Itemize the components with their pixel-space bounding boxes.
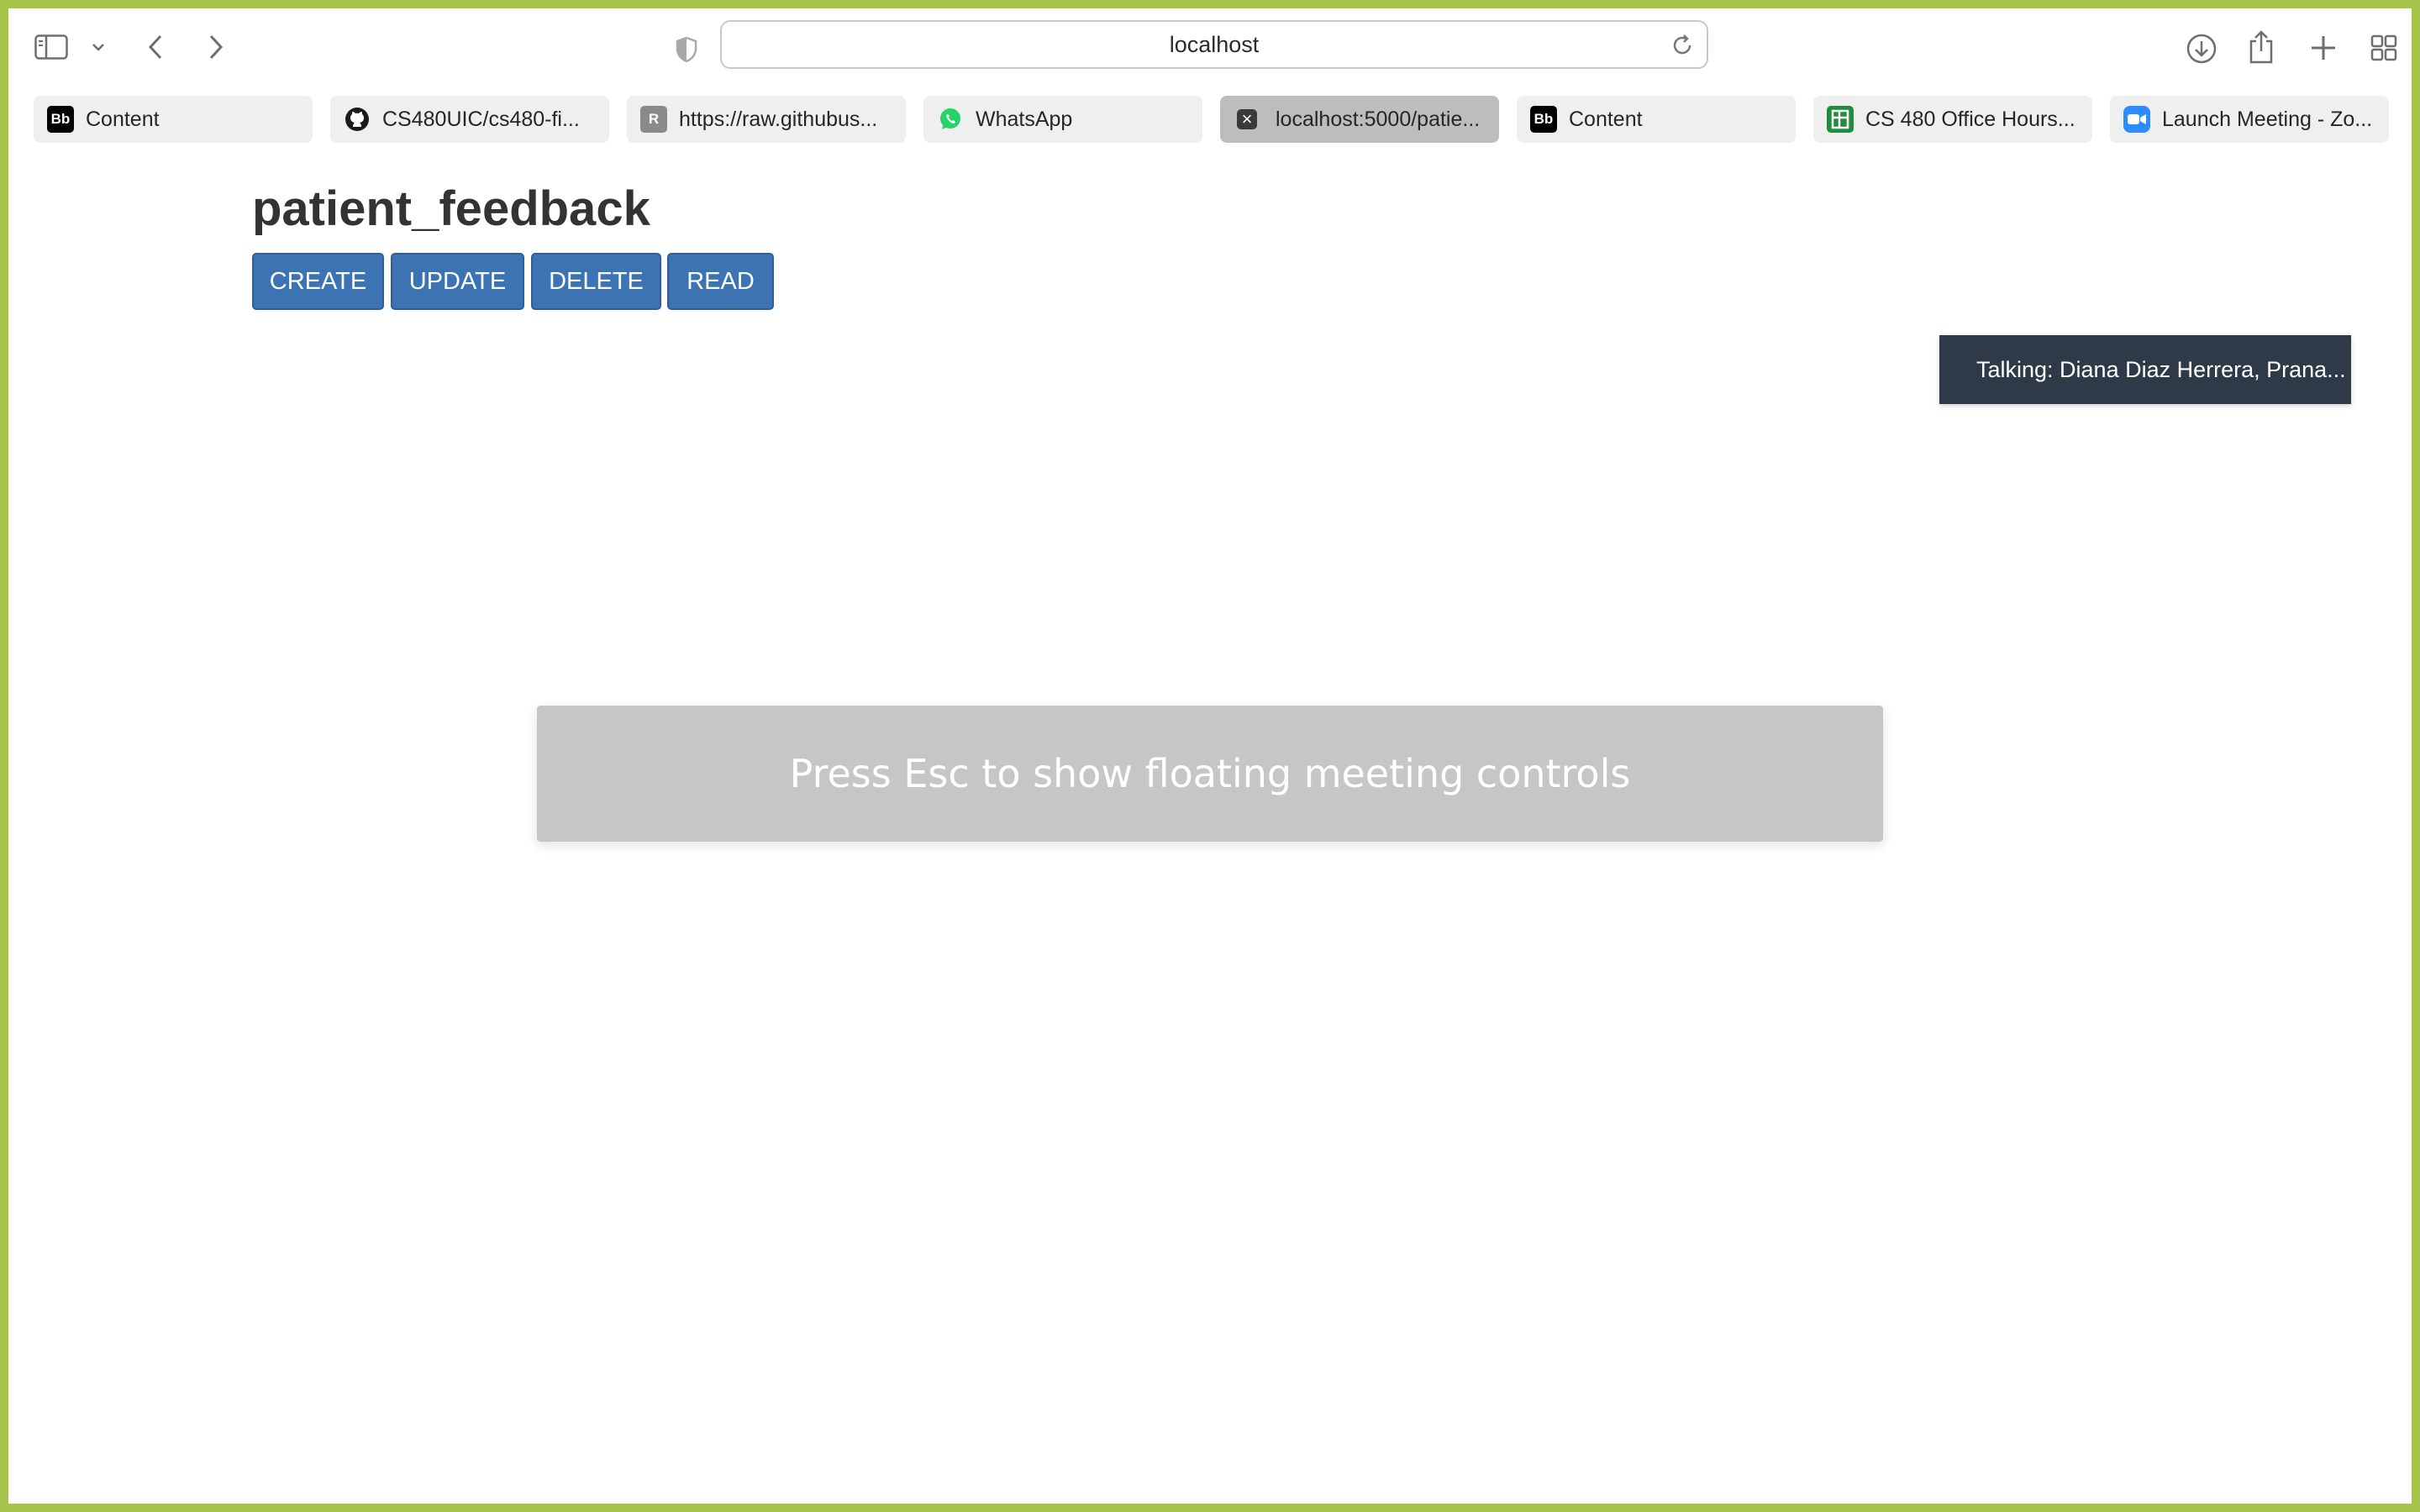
privacy-shield-icon[interactable]: [674, 35, 699, 64]
delete-button[interactable]: DELETE: [531, 253, 661, 310]
tab-label: CS480UIC/cs480-fi...: [382, 107, 580, 131]
close-tab-icon[interactable]: ×: [1237, 108, 1257, 129]
tab-overview-icon[interactable]: [2370, 34, 2398, 62]
github-icon: [344, 106, 371, 133]
zoom-esc-hint-banner: Press Esc to show floating meeting contr…: [537, 706, 1883, 842]
read-button[interactable]: READ: [667, 253, 774, 310]
browser-window: localhost Bb Content CS480UIC/cs480-fi..…: [8, 8, 2412, 1504]
tab-zoom[interactable]: Launch Meeting - Zo...: [2110, 96, 2389, 143]
new-tab-icon[interactable]: [2307, 32, 2339, 64]
tab-label: Launch Meeting - Zo...: [2162, 107, 2373, 131]
chevron-down-icon[interactable]: [89, 39, 108, 55]
whatsapp-icon: [937, 106, 964, 133]
tab-github[interactable]: CS480UIC/cs480-fi...: [330, 96, 609, 143]
blackboard-icon: Bb: [1530, 106, 1557, 133]
tab-raw-github[interactable]: R https://raw.githubus...: [627, 96, 906, 143]
tab-whatsapp[interactable]: WhatsApp: [923, 96, 1202, 143]
update-button[interactable]: UPDATE: [391, 253, 524, 310]
tab-content-2[interactable]: Bb Content: [1517, 96, 1796, 143]
blackboard-icon: Bb: [47, 106, 74, 133]
browser-toolbar: localhost: [8, 8, 2412, 86]
tab-office-hours[interactable]: CS 480 Office Hours...: [1813, 96, 2092, 143]
tab-label: https://raw.githubus...: [679, 107, 878, 131]
back-icon[interactable]: [143, 32, 168, 62]
tab-label: WhatsApp: [976, 107, 1073, 131]
reload-icon[interactable]: [1670, 33, 1695, 58]
page-title: patient_feedback: [252, 181, 650, 236]
google-sheets-icon: [1827, 106, 1854, 133]
raw-github-icon: R: [640, 106, 667, 133]
tab-label: Content: [1569, 107, 1643, 131]
sidebar-toggle-icon[interactable]: [34, 34, 69, 60]
zoom-talking-indicator: Talking: Diana Diaz Herrera, Prana...: [1939, 335, 2351, 404]
tab-content[interactable]: Bb Content: [34, 96, 313, 143]
zoom-icon: [2123, 106, 2150, 133]
tab-label: CS 480 Office Hours...: [1865, 107, 2075, 131]
address-bar[interactable]: localhost: [720, 20, 1708, 69]
tab-localhost[interactable]: × localhost:5000/patie...: [1220, 96, 1499, 143]
create-button[interactable]: CREATE: [252, 253, 384, 310]
tab-label: localhost:5000/patie...: [1276, 107, 1481, 131]
forward-icon[interactable]: [203, 32, 229, 62]
url-text: localhost: [1169, 31, 1260, 57]
tab-label: Content: [86, 107, 160, 131]
downloads-icon[interactable]: [2185, 32, 2218, 66]
tab-bar: Bb Content CS480UIC/cs480-fi... R https:…: [8, 86, 2412, 153]
share-icon[interactable]: [2246, 29, 2276, 66]
